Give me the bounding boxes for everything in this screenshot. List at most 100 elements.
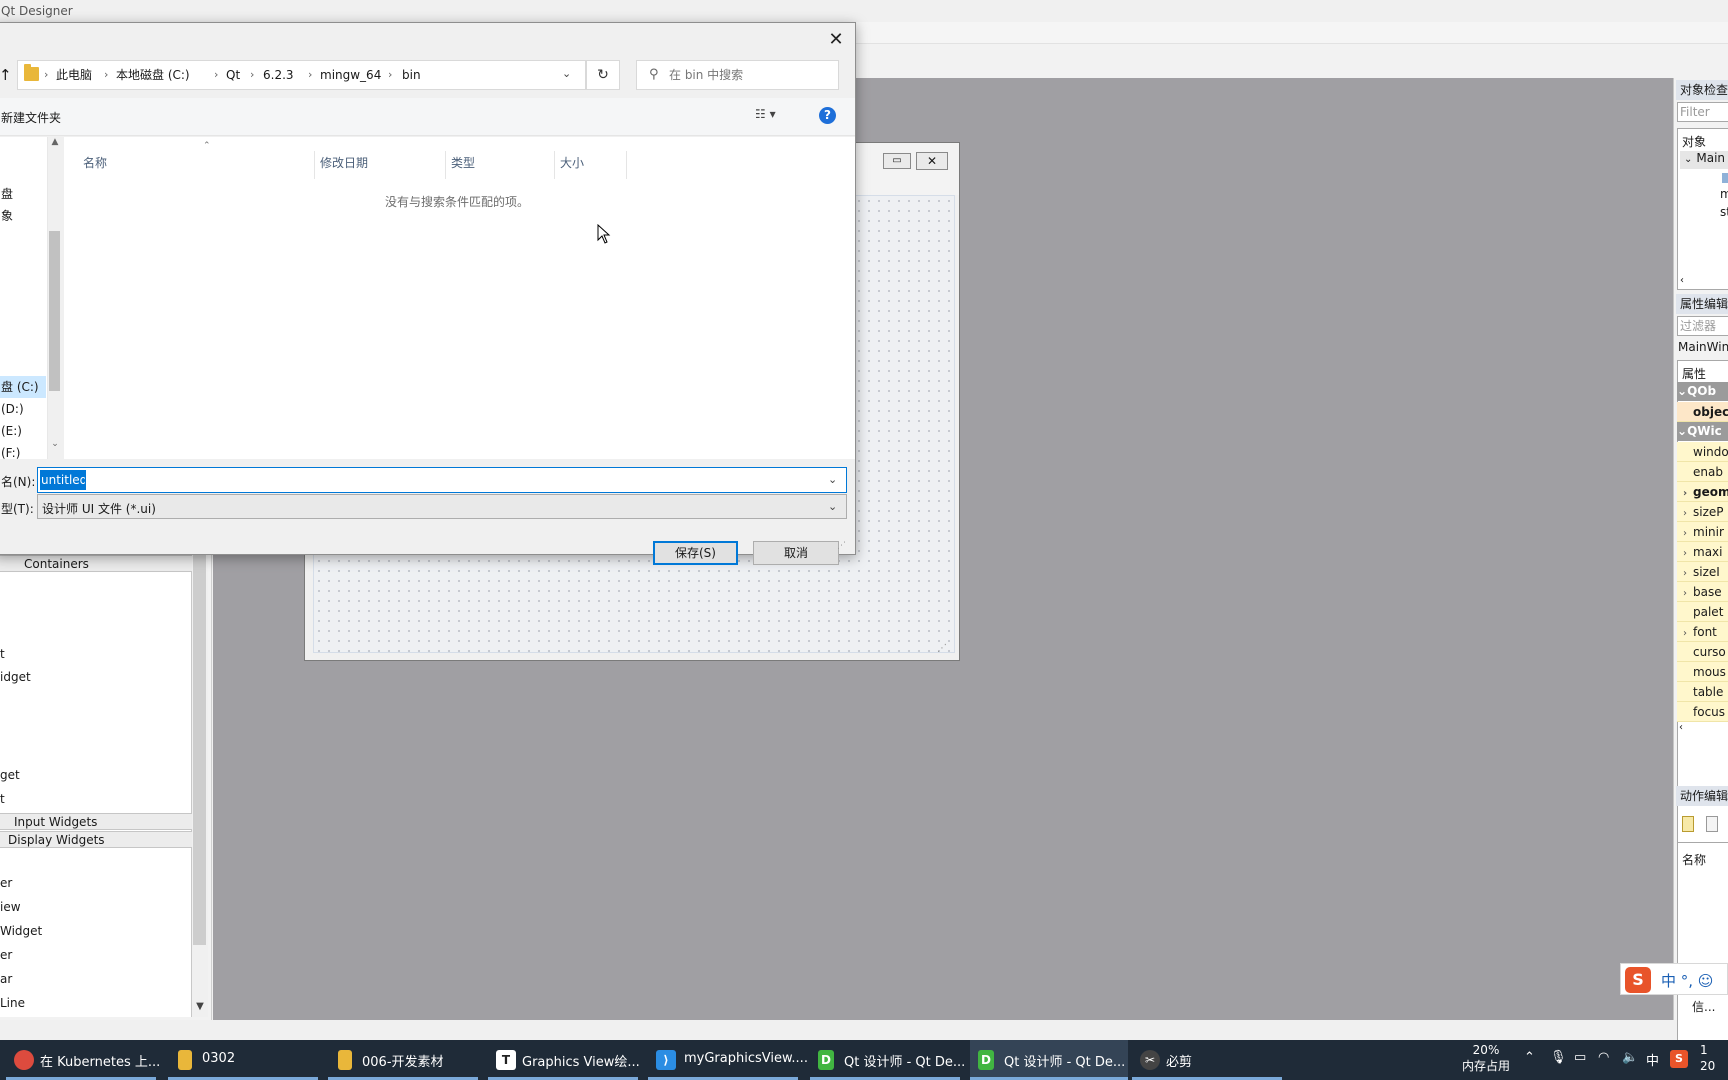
save-button[interactable]: 保存(S): [653, 541, 738, 565]
nav-item[interactable]: 盘: [1, 184, 13, 204]
breadcrumb-item[interactable]: mingw_64: [320, 67, 381, 83]
nav-item[interactable]: 象: [1, 206, 13, 226]
object-filter-input[interactable]: Filter: [1677, 102, 1728, 122]
signal-slot-tab[interactable]: 信...: [1692, 998, 1715, 1015]
wifi-icon[interactable]: ◠: [1598, 1050, 1609, 1065]
microphone-icon[interactable]: 🎙: [1550, 1050, 1567, 1065]
taskbar-item-folder[interactable]: 006-开发素材: [328, 1040, 486, 1080]
property-row[interactable]: › minir: [1677, 522, 1728, 542]
up-arrow-icon[interactable]: ↑: [0, 65, 17, 85]
property-filter-input[interactable]: 过滤器: [1677, 316, 1728, 336]
memory-usage[interactable]: 20% 内存占用: [1462, 1042, 1510, 1074]
property-row[interactable]: objec: [1677, 402, 1728, 422]
navigation-pane[interactable]: 盘 象 盘 (C:) (D:) (E:) (F:): [0, 137, 47, 460]
widget-item[interactable]: iew: [0, 897, 21, 917]
help-icon[interactable]: ?: [819, 107, 836, 124]
ime-toolbar[interactable]: S 中 °, ☺: [1620, 963, 1728, 995]
nav-item[interactable]: (E:): [1, 421, 22, 441]
taskbar-item-bijian[interactable]: ✂ 必剪: [1132, 1040, 1282, 1080]
sogou-icon[interactable]: S: [1625, 967, 1651, 993]
property-row[interactable]: curso: [1677, 642, 1728, 662]
new-action-icon[interactable]: [1682, 816, 1694, 832]
widget-category-input[interactable]: Input Widgets: [0, 813, 192, 830]
filename-input[interactable]: [40, 470, 86, 490]
widget-item[interactable]: er: [0, 945, 12, 965]
nav-scroll-thumb[interactable]: [49, 231, 60, 391]
new-folder-button[interactable]: 新建文件夹: [1, 109, 61, 126]
minimize-icon[interactable]: ▭: [883, 153, 911, 169]
object-tree-item[interactable]: m: [1720, 187, 1728, 201]
taskbar-item-typora[interactable]: T Graphics View绘...: [488, 1040, 646, 1080]
property-row[interactable]: enab: [1677, 462, 1728, 482]
nav-item[interactable]: (D:): [1, 399, 24, 419]
widget-box-list[interactable]: Containers t idget get t Input Widgets D…: [0, 555, 192, 1017]
scroll-down-icon[interactable]: ▼: [192, 998, 208, 1016]
scroll-down-icon[interactable]: ⌄: [47, 439, 63, 455]
nav-item[interactable]: 盘 (C:): [1, 377, 39, 397]
chevron-down-icon[interactable]: ⌄: [828, 473, 837, 486]
property-row[interactable]: › sizeP: [1677, 502, 1728, 522]
close-icon[interactable]: ✕: [916, 152, 948, 170]
widget-item[interactable]: get: [0, 765, 20, 785]
widget-item[interactable]: ar: [0, 969, 12, 989]
chevron-up-icon[interactable]: ⌃: [1524, 1050, 1535, 1065]
battery-icon[interactable]: ▭: [1574, 1050, 1586, 1065]
widget-item[interactable]: t: [0, 789, 5, 809]
scroll-left-icon[interactable]: ‹: [1680, 275, 1684, 286]
breadcrumb-item[interactable]: 此电脑: [56, 67, 92, 83]
breadcrumb-item[interactable]: 本地磁盘 (C:): [116, 67, 190, 83]
address-bar[interactable]: › 此电脑 › 本地磁盘 (C:) › Qt › 6.2.3 › mingw_6…: [17, 60, 586, 90]
nav-item[interactable]: (F:): [1, 443, 20, 463]
widget-item[interactable]: idget: [0, 667, 31, 687]
cancel-button[interactable]: 取消: [753, 541, 839, 565]
refresh-icon[interactable]: ↻: [586, 60, 620, 90]
column-header-name[interactable]: 名称: [83, 154, 107, 171]
view-options-icon[interactable]: ☷ ▾: [755, 107, 776, 121]
column-header-size[interactable]: 大小: [560, 154, 584, 171]
sogou-icon[interactable]: S: [1670, 1050, 1688, 1068]
property-row[interactable]: › font: [1677, 622, 1728, 642]
copy-action-icon[interactable]: [1706, 816, 1718, 832]
object-tree-root[interactable]: ⌄ Main: [1680, 151, 1728, 169]
resize-grip-icon[interactable]: ⋰: [937, 643, 947, 654]
breadcrumb-item[interactable]: bin: [402, 67, 421, 83]
column-header-modified[interactable]: 修改日期: [320, 154, 368, 171]
filetype-select[interactable]: 设计师 UI 文件 (*.ui) ⌄: [37, 494, 847, 519]
clock[interactable]: 1 20: [1700, 1042, 1715, 1074]
resize-grip-icon[interactable]: ⋰: [837, 541, 846, 551]
file-list[interactable]: ⌃ 名称 修改日期 类型 大小 没有与搜索条件匹配的项。: [64, 137, 855, 459]
object-tree[interactable]: 对象 ⌄Main m st ‹: [1677, 128, 1728, 290]
property-row[interactable]: › base: [1677, 582, 1728, 602]
scroll-left-icon[interactable]: ‹: [1679, 722, 1683, 733]
taskbar-item-folder[interactable]: 0302: [168, 1040, 326, 1080]
property-group-qwidget[interactable]: ⌄QWic: [1677, 422, 1728, 441]
property-row[interactable]: focus: [1677, 702, 1728, 722]
ime-status[interactable]: 中 °, ☺: [1661, 970, 1713, 991]
property-row[interactable]: windo: [1677, 442, 1728, 462]
search-box[interactable]: ⚲: [636, 60, 839, 90]
object-tree-item[interactable]: st: [1720, 205, 1728, 219]
taskbar-item-vscode[interactable]: ⟩ myGraphicsView....: [648, 1040, 808, 1080]
property-row[interactable]: › sizeI: [1677, 562, 1728, 582]
breadcrumb-item[interactable]: Qt: [226, 67, 240, 83]
property-row[interactable]: › geom: [1677, 482, 1728, 502]
property-row[interactable]: palet: [1677, 602, 1728, 622]
close-icon[interactable]: ✕: [823, 29, 849, 51]
taskbar-item-qt-designer-active[interactable]: D Qt 设计师 - Qt De...: [970, 1040, 1128, 1080]
widget-item[interactable]: t: [0, 644, 5, 664]
widget-item[interactable]: Line: [0, 993, 25, 1013]
widget-box-scroll-thumb[interactable]: [193, 555, 206, 945]
widget-category-display[interactable]: Display Widgets: [0, 831, 192, 848]
scroll-up-icon[interactable]: ▲: [47, 137, 63, 153]
widget-item[interactable]: er: [0, 873, 12, 893]
filename-combobox[interactable]: ⌄: [37, 467, 847, 493]
widget-item[interactable]: Widget: [0, 921, 42, 941]
taskbar-item-chrome[interactable]: 在 Kubernetes 上...: [6, 1040, 164, 1080]
property-row[interactable]: › maxi: [1677, 542, 1728, 562]
taskbar-item-qt-designer[interactable]: D Qt 设计师 - Qt De...: [810, 1040, 968, 1080]
volume-icon[interactable]: 🔈: [1622, 1050, 1638, 1065]
breadcrumb-item[interactable]: 6.2.3: [263, 67, 294, 83]
save-file-dialog[interactable]: ✕ ↑ › 此电脑 › 本地磁盘 (C:) › Qt › 6.2.3 › min…: [0, 22, 856, 565]
chevron-down-icon[interactable]: ⌄: [828, 500, 837, 513]
column-header-type[interactable]: 类型: [451, 154, 475, 171]
